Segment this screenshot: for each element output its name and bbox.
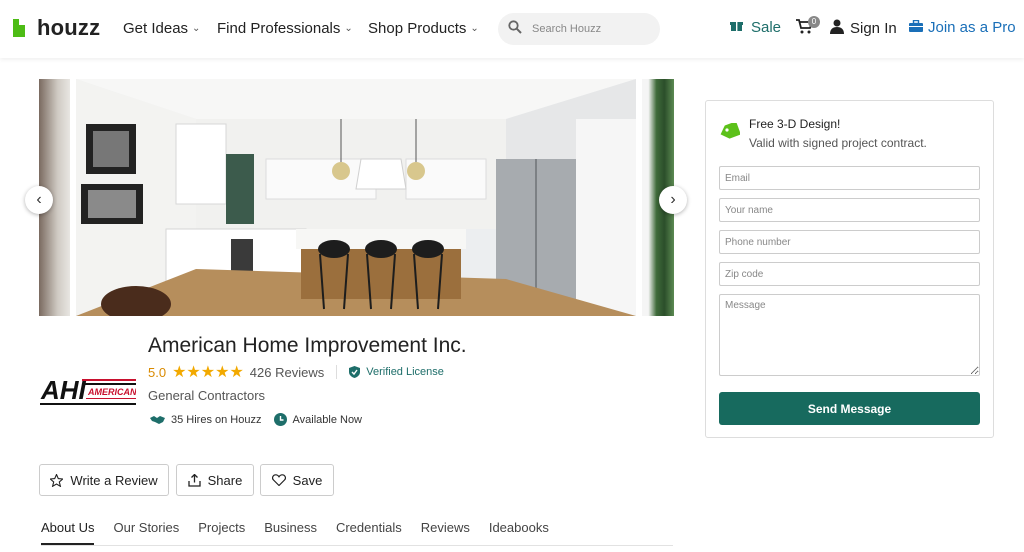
join-as-pro-label: Join as a Pro (928, 19, 1016, 36)
save-label: Save (292, 472, 323, 488)
zip-field[interactable] (719, 262, 980, 286)
gallery-prev-button[interactable]: ‹ (25, 186, 53, 214)
star-outline-icon (50, 473, 64, 487)
search-icon (508, 19, 522, 39)
nav-shop-products[interactable]: Shop Products ⌄ (368, 20, 479, 37)
hires-stat: 35 Hires on Houzz (150, 414, 262, 426)
share-button[interactable]: Share (176, 464, 254, 496)
verified-license-badge[interactable]: Verified License (349, 366, 444, 378)
nav-find-professionals[interactable]: Find Professionals ⌄ (217, 20, 353, 37)
rating-value: 5.0 (148, 364, 167, 380)
availability-stat: Available Now (273, 413, 363, 426)
star-rating-icon: ★★★★★ (172, 364, 244, 381)
save-button[interactable]: Save (260, 464, 334, 496)
promo-subtitle: Valid with signed project contract. (749, 136, 927, 150)
name-field[interactable] (719, 198, 980, 222)
kitchen-photo-image (76, 79, 636, 316)
chevron-left-icon: ‹ (36, 191, 42, 208)
reviews-count-link[interactable]: 426 Reviews (250, 365, 324, 380)
nav-find-professionals-label: Find Professionals (217, 20, 341, 37)
email-field[interactable] (719, 166, 980, 190)
sign-in-label: Sign In (850, 20, 897, 37)
contact-form-card: Free 3-D Design! Valid with signed proje… (705, 100, 994, 438)
gallery-next-button[interactable]: › (659, 186, 687, 214)
tab-about-us[interactable]: About Us (41, 520, 95, 545)
profile-tabs: About Us Our Stories Projects Business C… (41, 520, 673, 546)
write-review-button[interactable]: Write a Review (39, 464, 169, 496)
tab-projects[interactable]: Projects (198, 520, 245, 545)
cart-count-badge: 0 (808, 16, 820, 28)
divider (336, 365, 338, 379)
tag-icon (720, 121, 741, 150)
handshake-icon (150, 415, 165, 424)
company-logo: AHI AMERICAN (40, 375, 137, 407)
verified-license-label: Verified License (366, 366, 444, 378)
search-input[interactable] (532, 23, 642, 35)
promo-title: Free 3-D Design! (749, 117, 841, 131)
clock-icon (273, 413, 287, 426)
houzz-logo[interactable]: houzz (13, 15, 100, 41)
chevron-down-icon: ⌄ (470, 23, 479, 34)
company-name: American Home Improvement Inc. (148, 334, 467, 357)
shield-check-icon (349, 366, 361, 378)
profile-meta: 35 Hires on Houzz Available Now (150, 413, 374, 426)
write-review-label: Write a Review (70, 472, 158, 488)
user-icon (830, 19, 844, 38)
share-label: Share (207, 472, 243, 488)
logo-text: houzz (37, 15, 101, 40)
nav-get-ideas[interactable]: Get Ideas ⌄ (123, 20, 200, 37)
rating-row: 5.0 ★★★★★ 426 Reviews Verified License (148, 362, 444, 382)
tab-business[interactable]: Business (264, 520, 317, 545)
chevron-right-icon: › (670, 191, 676, 208)
gallery-photo-kitchen[interactable] (76, 79, 636, 316)
chevron-down-icon: ⌄ (192, 23, 201, 34)
sign-in-link[interactable]: Sign In (830, 19, 897, 38)
top-header: houzz Get Ideas ⌄ Find Professionals ⌄ S… (0, 0, 1024, 58)
phone-field[interactable] (719, 230, 980, 254)
sale-link[interactable]: Sale (730, 19, 781, 36)
search-bar[interactable] (498, 13, 660, 45)
heart-icon (271, 474, 286, 486)
nav-shop-products-label: Shop Products (368, 20, 467, 37)
cart-icon: 0 (796, 16, 820, 38)
send-message-button[interactable]: Send Message (719, 392, 980, 425)
logo-mark-text: AHI (40, 375, 87, 405)
nav-get-ideas-label: Get Ideas (123, 20, 189, 37)
gift-icon (730, 19, 743, 36)
hires-label: 35 Hires on Houzz (171, 413, 262, 426)
business-category: General Contractors (148, 388, 266, 403)
share-icon (187, 473, 201, 487)
logo-sub-text: AMERICAN (87, 387, 136, 397)
join-as-pro-link[interactable]: Join as a Pro (909, 19, 1016, 36)
tab-reviews[interactable]: Reviews (421, 520, 470, 545)
availability-label: Available Now (292, 413, 363, 426)
photo-gallery[interactable] (39, 79, 674, 316)
cart-button[interactable]: 0 (796, 16, 820, 38)
chevron-down-icon: ⌄ (344, 23, 353, 34)
tab-ideabooks[interactable]: Ideabooks (489, 520, 549, 545)
tab-credentials[interactable]: Credentials (336, 520, 402, 545)
message-field[interactable] (719, 294, 980, 376)
tab-our-stories[interactable]: Our Stories (113, 520, 179, 545)
briefcase-icon (909, 19, 923, 36)
promo-banner: Free 3-D Design! Valid with signed proje… (720, 117, 927, 150)
houzz-logo-icon (13, 19, 31, 37)
sale-label: Sale (751, 19, 782, 36)
